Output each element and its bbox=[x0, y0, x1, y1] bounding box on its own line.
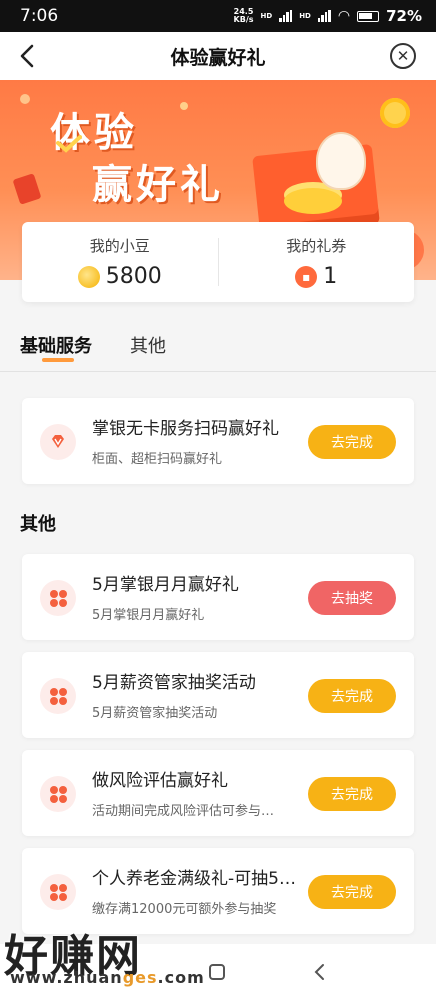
signal-icon bbox=[279, 10, 293, 22]
task-item-salary-manager: 5月薪资管家抽奖活动 5月薪资管家抽奖活动 去完成 bbox=[22, 652, 414, 738]
go-complete-button[interactable]: 去完成 bbox=[308, 679, 396, 713]
section-title-other: 其他 bbox=[20, 514, 56, 535]
home-square-icon[interactable] bbox=[209, 964, 225, 980]
hd-badge-2: HD bbox=[299, 12, 311, 20]
task-title: 个人养老金满级礼-可抽5… bbox=[92, 869, 296, 889]
red-envelope-icon bbox=[12, 173, 42, 205]
wifi-icon: ◠ bbox=[337, 8, 351, 24]
task-item-scan-code: 掌银无卡服务扫码赢好礼 柜面、超柜扫码赢好礼 去完成 bbox=[22, 398, 414, 484]
clover-icon bbox=[40, 580, 76, 616]
clover-icon bbox=[40, 874, 76, 910]
task-title: 做风险评估赢好礼 bbox=[92, 771, 228, 791]
decor-dot bbox=[20, 94, 30, 104]
task-subtitle: 活动期间完成风险评估可参与… bbox=[92, 804, 275, 819]
close-circle-icon[interactable]: ✕ bbox=[390, 43, 416, 69]
system-back-icon[interactable] bbox=[310, 962, 330, 982]
status-icons: 24.5 KB/s HD HD ◠ 72% bbox=[234, 7, 422, 25]
status-time: 7:06 bbox=[20, 6, 59, 26]
go-draw-button[interactable]: 去抽奖 bbox=[308, 581, 396, 615]
beans-label: 我的小豆 bbox=[89, 237, 150, 255]
coupons-summary[interactable]: 我的礼券 ▪ 1 bbox=[219, 235, 415, 289]
tab-active-indicator bbox=[42, 358, 74, 362]
check-mark-icon bbox=[56, 135, 82, 153]
watermark-url: www.zhuanges.com bbox=[10, 968, 205, 987]
decor-dot bbox=[180, 102, 188, 110]
task-subtitle: 柜面、超柜扫码赢好礼 bbox=[92, 452, 223, 467]
tab-other[interactable]: 其他 bbox=[130, 332, 166, 358]
tab-basic-services[interactable]: 基础服务 bbox=[20, 332, 92, 358]
tab-bar: 基础服务 其他 bbox=[0, 318, 436, 372]
summary-card: 我的小豆 5800 我的礼券 ▪ 1 bbox=[22, 222, 414, 302]
task-item-monthly-prize: 5月掌银月月赢好礼 5月掌银月月赢好礼 去抽奖 bbox=[22, 554, 414, 640]
go-complete-button[interactable]: 去完成 bbox=[308, 425, 396, 459]
back-arrow-icon[interactable] bbox=[16, 42, 42, 70]
task-subtitle: 5月薪资管家抽奖活动 bbox=[92, 706, 218, 721]
clover-icon bbox=[40, 776, 76, 812]
decor-coin-icon bbox=[380, 98, 410, 128]
clover-icon bbox=[40, 678, 76, 714]
status-bar: 7:06 24.5 KB/s HD HD ◠ 72% bbox=[0, 0, 436, 32]
bean-coin-icon bbox=[77, 265, 100, 288]
beans-value: 5800 bbox=[105, 264, 162, 289]
task-subtitle: 缴存满12000元可额外参与抽奖 bbox=[92, 902, 277, 917]
page-title: 体验赢好礼 bbox=[170, 46, 266, 69]
coupon-icon: ▪ bbox=[295, 265, 318, 288]
task-title: 掌银无卡服务扫码赢好礼 bbox=[92, 419, 279, 439]
battery-icon bbox=[357, 10, 380, 22]
diamond-icon bbox=[40, 424, 76, 460]
task-subtitle: 5月掌银月月赢好礼 bbox=[92, 608, 205, 623]
signal-icon-2 bbox=[317, 10, 331, 22]
task-title: 5月掌银月月赢好礼 bbox=[92, 575, 239, 595]
coin-pile-icon bbox=[284, 188, 342, 214]
go-complete-button[interactable]: 去完成 bbox=[308, 875, 396, 909]
go-complete-button[interactable]: 去完成 bbox=[308, 777, 396, 811]
task-item-risk-assessment: 做风险评估赢好礼 活动期间完成风险评估可参与… 去完成 bbox=[22, 750, 414, 836]
top-nav-bar: 体验赢好礼 ✕ bbox=[0, 32, 436, 80]
beans-summary[interactable]: 我的小豆 5800 bbox=[22, 235, 218, 289]
task-title: 5月薪资管家抽奖活动 bbox=[92, 673, 256, 693]
battery-percent: 72% bbox=[386, 7, 422, 25]
banner-title-line2: 赢好礼 bbox=[92, 162, 224, 208]
hd-badge-1: HD bbox=[260, 12, 273, 20]
network-speed: 24.5 KB/s bbox=[233, 7, 254, 24]
coupons-label: 我的礼券 bbox=[286, 237, 347, 255]
mascot-icon bbox=[316, 132, 366, 190]
coupons-value: 1 bbox=[323, 264, 338, 289]
